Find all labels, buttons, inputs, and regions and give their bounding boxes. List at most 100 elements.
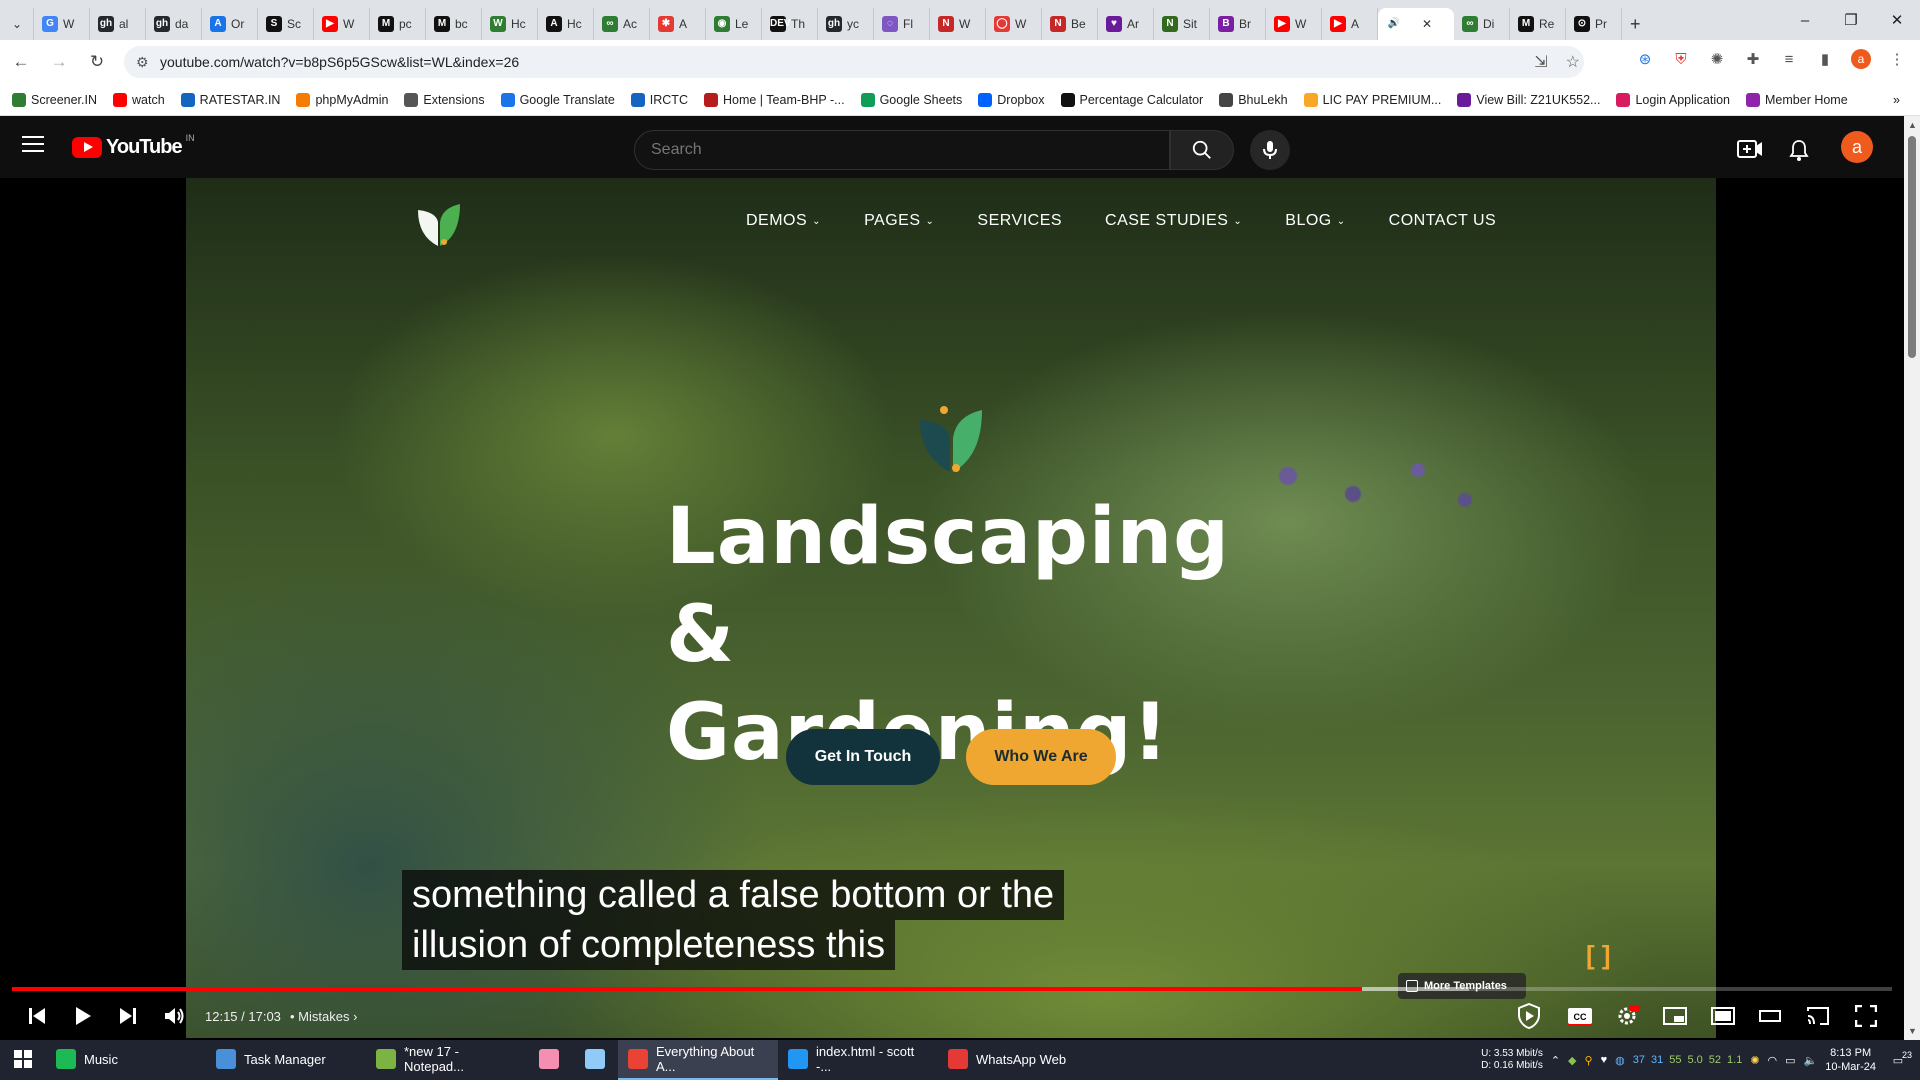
fullscreen-button[interactable] bbox=[1851, 1001, 1881, 1031]
wifi-icon[interactable]: ◠ bbox=[1768, 1054, 1778, 1067]
profile-avatar[interactable]: a bbox=[1850, 48, 1872, 70]
browser-tab[interactable]: ▶ W bbox=[314, 8, 370, 40]
page-scrollbar[interactable]: ▲ ▼ bbox=[1904, 116, 1920, 1040]
network-icon[interactable]: ▭ bbox=[1785, 1054, 1795, 1067]
browser-tab[interactable]: ▶ W bbox=[1266, 8, 1322, 40]
bookmark-item[interactable]: BhuLekh bbox=[1219, 92, 1288, 107]
bookmark-item[interactable]: Percentage Calculator bbox=[1060, 92, 1203, 107]
forward-button[interactable]: → bbox=[42, 45, 76, 79]
bookmark-item[interactable]: IRCTC bbox=[630, 92, 688, 107]
bookmark-item[interactable]: Login Application bbox=[1616, 92, 1730, 107]
miniplayer-button[interactable] bbox=[1660, 1001, 1690, 1031]
bookmark-item[interactable]: LIC PAY PREMIUM... bbox=[1303, 92, 1441, 107]
volume-tray-icon[interactable]: 🔈 bbox=[1804, 1054, 1818, 1067]
cast-button[interactable] bbox=[1803, 1001, 1833, 1031]
scroll-down-arrow-icon[interactable]: ▼ bbox=[1908, 1026, 1917, 1036]
browser-tab[interactable]: 🔊 ✕ bbox=[1378, 8, 1454, 40]
tray-globe-icon[interactable]: ◍ bbox=[1615, 1054, 1625, 1067]
site-info-icon[interactable]: ⚙ bbox=[136, 54, 160, 71]
tray-bug-icon[interactable]: ✺ bbox=[1750, 1054, 1759, 1067]
bookmark-item[interactable]: Home | Team-BHP -... bbox=[703, 92, 845, 107]
browser-tab[interactable]: gh yc bbox=[818, 8, 874, 40]
reload-button[interactable]: ↻ bbox=[80, 45, 114, 79]
bookmark-item[interactable]: View Bill: Z21UK552... bbox=[1457, 92, 1600, 107]
progress-bar[interactable] bbox=[12, 987, 1892, 991]
browser-tab[interactable]: A Or bbox=[202, 8, 258, 40]
back-button[interactable]: ← bbox=[4, 45, 38, 79]
browser-tab[interactable]: W Hc bbox=[482, 8, 538, 40]
bookmark-item[interactable]: phpMyAdmin bbox=[296, 92, 388, 107]
bookmark-item[interactable]: Google Sheets bbox=[860, 92, 962, 107]
close-tab-icon[interactable]: ✕ bbox=[1422, 17, 1432, 31]
browser-tab[interactable]: M Re bbox=[1510, 8, 1566, 40]
browser-tab[interactable]: ⊙ Pr bbox=[1566, 8, 1622, 40]
chapter-button[interactable]: • Mistakes › bbox=[290, 1009, 357, 1024]
play-button[interactable] bbox=[68, 1001, 98, 1031]
browser-tab[interactable]: Mpc bbox=[370, 8, 426, 40]
side-panel-icon[interactable]: ▮ bbox=[1814, 48, 1836, 70]
taskbar-app[interactable]: Everything About A... bbox=[618, 1040, 778, 1080]
taskbar-app[interactable]: *new 17 - Notepad... bbox=[366, 1040, 526, 1080]
browser-tab[interactable]: ∞ Ac bbox=[594, 8, 650, 40]
browser-tab[interactable]: gh da bbox=[146, 8, 202, 40]
browser-tab[interactable]: N Be bbox=[1042, 8, 1098, 40]
minimize-button[interactable]: – bbox=[1782, 0, 1828, 40]
taskbar-app[interactable]: Music bbox=[46, 1040, 206, 1080]
browser-tab[interactable]: ◯ W bbox=[986, 8, 1042, 40]
bookmarks-overflow-button[interactable]: » bbox=[1893, 93, 1900, 107]
browser-tab[interactable]: ◌ Fl bbox=[874, 8, 930, 40]
voice-search-button[interactable] bbox=[1250, 130, 1290, 170]
taskbar-app[interactable]: WhatsApp Web bbox=[938, 1040, 1098, 1080]
hamburger-menu-icon[interactable] bbox=[22, 136, 44, 154]
bookmark-item[interactable]: Google Translate bbox=[500, 92, 615, 107]
notifications-bell-icon[interactable] bbox=[1787, 138, 1811, 162]
next-button[interactable] bbox=[113, 1001, 143, 1031]
youtube-logo[interactable]: YouTube IN bbox=[72, 133, 195, 159]
browser-menu-icon[interactable]: ⋮ bbox=[1886, 48, 1908, 70]
bookmark-item[interactable]: Extensions bbox=[404, 92, 485, 107]
browser-tab[interactable]: S Sc bbox=[258, 8, 314, 40]
settings-button[interactable] bbox=[1612, 1001, 1642, 1031]
tray-app-icon[interactable]: ◆ bbox=[1568, 1054, 1576, 1067]
browser-tab[interactable]: N Sit bbox=[1154, 8, 1210, 40]
browser-tab[interactable]: DEV Th bbox=[762, 8, 818, 40]
scrollbar-thumb[interactable] bbox=[1908, 136, 1916, 358]
browser-tab[interactable]: A Hc bbox=[538, 8, 594, 40]
notifications-button[interactable]: ▭ 23 bbox=[1884, 1050, 1912, 1067]
start-button[interactable] bbox=[0, 1040, 46, 1080]
browser-tab[interactable]: ▶ A bbox=[1322, 8, 1378, 40]
extension-bug-icon[interactable]: ✺ bbox=[1706, 48, 1728, 70]
browser-tab[interactable]: ◉ Le bbox=[706, 8, 762, 40]
browser-tab[interactable]: GW bbox=[34, 8, 90, 40]
bookmark-item[interactable]: Member Home bbox=[1746, 92, 1848, 107]
tray-heart-icon[interactable]: ♥ bbox=[1601, 1054, 1608, 1066]
tray-search-icon[interactable]: ⚲ bbox=[1585, 1054, 1593, 1067]
extensions-puzzle-icon[interactable]: ✚ bbox=[1742, 48, 1764, 70]
address-bar[interactable]: ⚙ youtube.com/watch?v=b8pS6p5GScw&list=W… bbox=[124, 46, 1584, 78]
browser-tab[interactable]: ♥ Ar bbox=[1098, 8, 1154, 40]
bookmark-star-icon[interactable]: ☆ bbox=[1566, 52, 1580, 72]
taskbar-app[interactable]: Task Manager bbox=[206, 1040, 366, 1080]
theater-mode-button[interactable] bbox=[1755, 1001, 1785, 1031]
taskbar-app[interactable] bbox=[572, 1040, 618, 1080]
bookmark-item[interactable]: RATESTAR.IN bbox=[180, 92, 280, 107]
ad-blocker-shield-button[interactable] bbox=[1514, 1001, 1544, 1031]
mute-button[interactable] bbox=[160, 1001, 190, 1031]
tab-search-button[interactable]: ⌄ bbox=[0, 8, 34, 40]
video-player[interactable]: DEMOS ⌄ PAGES ⌄ SERVICES CASE STUDIES ⌄ BLOG ⌄ CO… bbox=[0, 178, 1904, 1040]
browser-tab[interactable]: ∞ Di bbox=[1454, 8, 1510, 40]
taskbar-app[interactable]: index.html - scott -... bbox=[778, 1040, 938, 1080]
bookmark-item[interactable]: watch bbox=[113, 92, 165, 107]
extension-1-icon[interactable]: ⊛ bbox=[1634, 48, 1656, 70]
bookmark-item[interactable]: Screener.IN bbox=[12, 92, 97, 107]
browser-tab[interactable]: Mbc bbox=[426, 8, 482, 40]
extension-shield-icon[interactable]: ⛨ bbox=[1670, 48, 1692, 70]
search-button[interactable] bbox=[1170, 130, 1234, 170]
create-video-icon[interactable] bbox=[1737, 138, 1763, 160]
restore-button[interactable]: ❐ bbox=[1828, 0, 1874, 40]
close-window-button[interactable]: ✕ bbox=[1874, 0, 1920, 40]
media-control-icon[interactable]: ≡ bbox=[1778, 48, 1800, 70]
browser-tab[interactable]: gh al bbox=[90, 8, 146, 40]
search-input[interactable] bbox=[634, 130, 1170, 170]
browser-tab[interactable]: ✱ A bbox=[650, 8, 706, 40]
